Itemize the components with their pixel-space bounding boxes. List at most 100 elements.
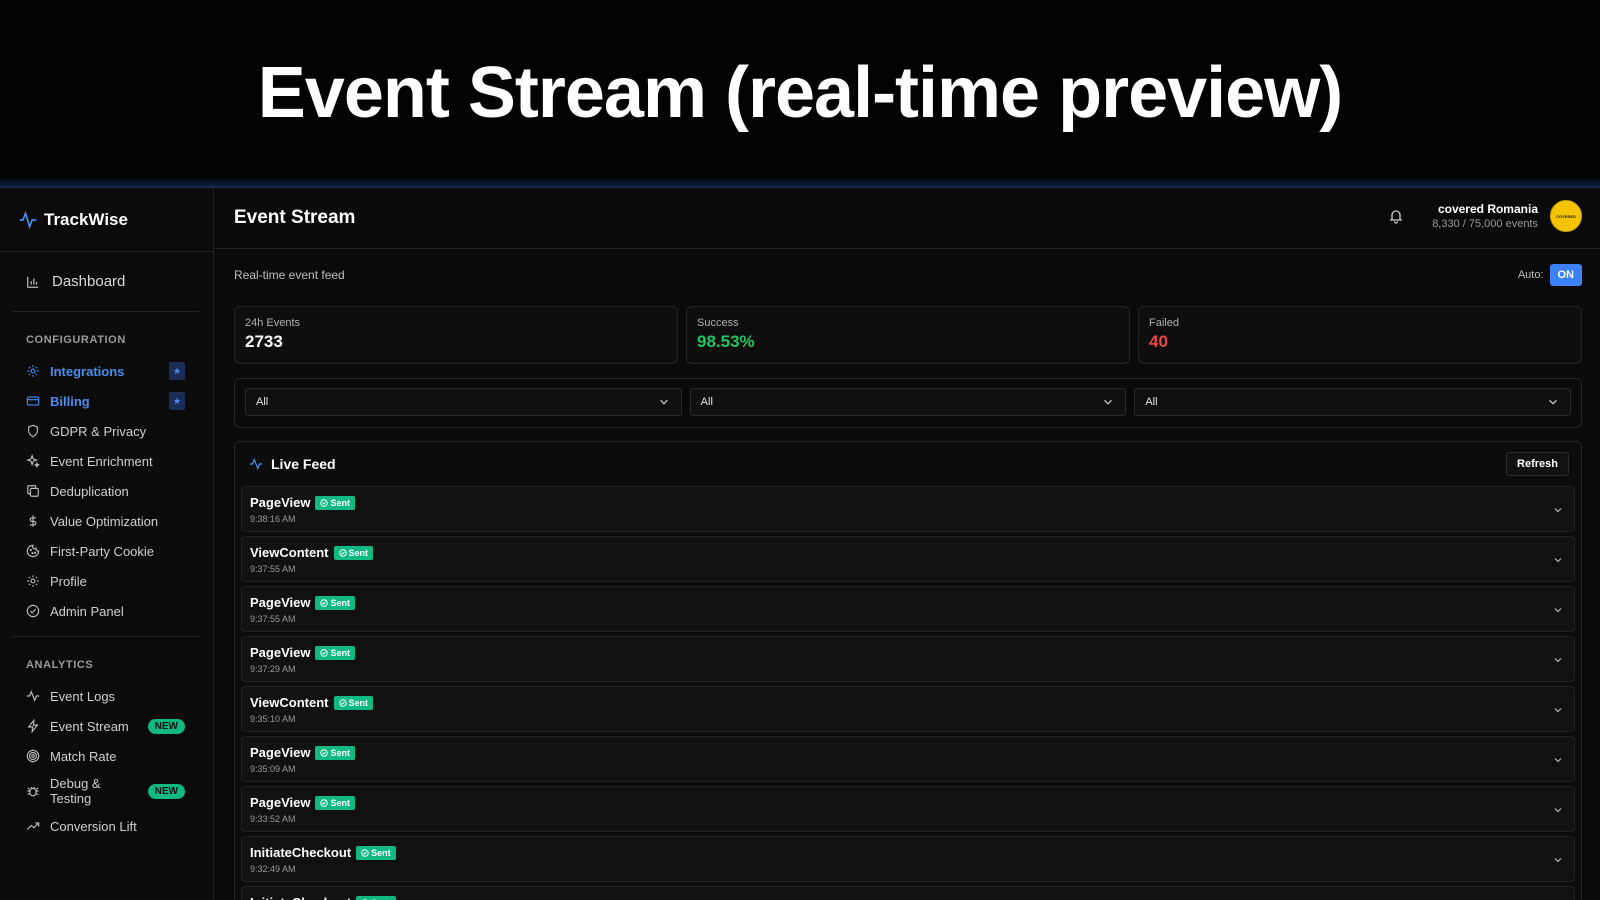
- event-header: PageView Sent: [250, 495, 1566, 510]
- event-row[interactable]: InitiateCheckout Sent 9:32:49 AM: [241, 836, 1575, 882]
- sidebar-item-dashboard[interactable]: Dashboard: [12, 252, 199, 312]
- event-row[interactable]: InitiateCheckout Sent: [241, 886, 1575, 900]
- event-row[interactable]: PageView Sent 9:33:52 AM: [241, 786, 1575, 832]
- brand[interactable]: TrackWise: [0, 188, 213, 252]
- event-name: PageView: [250, 645, 311, 660]
- avatar-text: COVERED: [1556, 213, 1576, 219]
- sidebar-item-event-enrichment[interactable]: Event Enrichment: [0, 446, 213, 476]
- check-circle-icon: [26, 604, 40, 618]
- chevron-down-icon[interactable]: [1552, 503, 1564, 515]
- status-text: Sent: [330, 647, 350, 658]
- sidebar-item-gdpr-privacy[interactable]: GDPR & Privacy: [0, 416, 213, 446]
- analytics-nav: Event Logs Event Stream NEW Match Rate Debug…: [0, 681, 213, 841]
- chevron-down-icon[interactable]: [1552, 753, 1564, 765]
- chevron-down-icon: [657, 395, 671, 409]
- sidebar-item-conversion-lift[interactable]: Conversion Lift: [0, 811, 213, 841]
- sidebar-item-label: Event Stream: [50, 718, 129, 734]
- event-row[interactable]: PageView Sent 9:35:09 AM: [241, 736, 1575, 782]
- status-badge: Sent: [315, 745, 355, 760]
- sidebar-item-profile[interactable]: Profile: [0, 566, 213, 596]
- event-name: PageView: [250, 745, 311, 760]
- status-badge: Sent: [333, 545, 374, 560]
- sidebar-item-label: Deduplication: [50, 483, 129, 499]
- bolt-icon: [26, 719, 40, 733]
- avatar[interactable]: COVERED: [1550, 200, 1582, 232]
- filter-select[interactable]: All: [245, 388, 682, 416]
- event-row[interactable]: ViewContent Sent 9:35:10 AM: [241, 686, 1575, 732]
- sidebar-item-event-stream[interactable]: Event Stream NEW: [0, 711, 213, 741]
- stat-card: Failed 40: [1138, 306, 1582, 364]
- event-row[interactable]: PageView Sent 9:38:16 AM: [241, 486, 1575, 532]
- sidebar-item-label: Admin Panel: [50, 603, 124, 619]
- new-badge: NEW: [147, 783, 185, 799]
- stat-card: 24h Events 2733: [234, 306, 678, 364]
- sidebar-item-deduplication[interactable]: Deduplication: [0, 476, 213, 506]
- auto-label: Auto:: [1517, 269, 1544, 281]
- select-value: All: [700, 396, 713, 408]
- sidebar-item-match-rate[interactable]: Match Rate: [0, 741, 213, 771]
- sidebar-item-label: Value Optimization: [50, 513, 159, 529]
- banner: Event Stream (real-time preview): [0, 0, 1600, 190]
- select-value: All: [256, 396, 269, 408]
- bell-icon[interactable]: [1388, 208, 1404, 224]
- sidebar: TrackWise Dashboard CONFIGURATION Integr…: [0, 188, 214, 900]
- sidebar-item-integrations[interactable]: Integrations ★: [0, 356, 213, 386]
- banner-title: Event Stream (real-time preview): [257, 53, 1343, 133]
- event-header: InitiateCheckout Sent: [250, 845, 1566, 860]
- star-badge: ★: [169, 392, 185, 410]
- check-circle-icon: [338, 698, 347, 707]
- sidebar-item-label: Debug & Testing: [50, 776, 101, 806]
- sidebar-item-label: Conversion Lift: [50, 818, 137, 834]
- sidebar-item-debug-testing[interactable]: Debug & Testing NEW: [0, 771, 213, 811]
- status-badge: Sent: [315, 495, 355, 510]
- chevron-down-icon[interactable]: [1552, 703, 1564, 715]
- sidebar-item-label: GDPR & Privacy: [50, 423, 147, 439]
- sidebar-item-label: Integrations: [50, 363, 125, 379]
- brand-name: TrackWise: [44, 209, 128, 229]
- event-name: PageView: [250, 495, 311, 510]
- status-badge: Sent: [315, 795, 355, 810]
- event-name: InitiateCheckout: [250, 845, 352, 860]
- event-header: PageView Sent: [250, 795, 1566, 810]
- event-row[interactable]: PageView Sent 9:37:55 AM: [241, 586, 1575, 632]
- sparkle-icon: [26, 454, 40, 468]
- chevron-down-icon: [1546, 395, 1560, 409]
- event-row[interactable]: PageView Sent 9:37:29 AM: [241, 636, 1575, 682]
- chevron-down-icon[interactable]: [1552, 853, 1564, 865]
- stat-label: 24h Events: [245, 317, 301, 329]
- page-title: Event Stream: [234, 207, 356, 228]
- section-label-configuration: CONFIGURATION: [26, 334, 126, 346]
- filter-select[interactable]: All: [689, 388, 1127, 416]
- sidebar-item-value-optimization[interactable]: Value Optimization: [0, 506, 213, 536]
- chevron-down-icon[interactable]: [1552, 653, 1564, 665]
- chevron-down-icon[interactable]: [1552, 603, 1564, 615]
- sidebar-item-event-logs[interactable]: Event Logs: [0, 681, 213, 711]
- refresh-button[interactable]: Refresh: [1506, 452, 1569, 476]
- chevron-down-icon[interactable]: [1552, 803, 1564, 815]
- event-time: 9:38:16 AM: [250, 514, 296, 524]
- event-name: ViewContent: [250, 695, 329, 710]
- status-text: Sent: [348, 697, 369, 708]
- event-row[interactable]: ViewContent Sent 9:37:55 AM: [241, 536, 1575, 582]
- chevron-down-icon: [1101, 395, 1115, 409]
- sidebar-item-billing[interactable]: Billing ★: [0, 386, 213, 416]
- topbar-right: covered Romania 8,330 / 75,000 events CO…: [1388, 200, 1582, 232]
- bar-chart-icon: [26, 275, 40, 289]
- sidebar-item-first-party-cookie[interactable]: First-Party Cookie: [0, 536, 213, 566]
- auto-toggle-button[interactable]: ON: [1549, 264, 1582, 286]
- stats-row: 24h Events 2733 Success 98.53% Failed 40: [234, 306, 1582, 364]
- status-badge: Sent: [315, 595, 355, 610]
- check-circle-icon: [320, 498, 329, 507]
- page-subtitle: Real-time event feed: [234, 268, 345, 282]
- filter-bar: All All All: [234, 378, 1582, 428]
- main-content: Event Stream covered Romania 8,330 / 75,…: [214, 188, 1600, 900]
- sidebar-item-label: Event Enrichment: [50, 453, 153, 469]
- usage-count: 8,330 / 75,000 events: [1432, 218, 1538, 230]
- status-text: Sent: [330, 797, 350, 808]
- filter-select[interactable]: All: [1134, 388, 1572, 416]
- chevron-down-icon[interactable]: [1552, 553, 1564, 565]
- event-name: PageView: [250, 795, 311, 810]
- sidebar-item-label: First-Party Cookie: [50, 543, 155, 559]
- sidebar-item-admin-panel[interactable]: Admin Panel: [0, 596, 213, 626]
- sidebar-item-label: Dashboard: [52, 273, 126, 290]
